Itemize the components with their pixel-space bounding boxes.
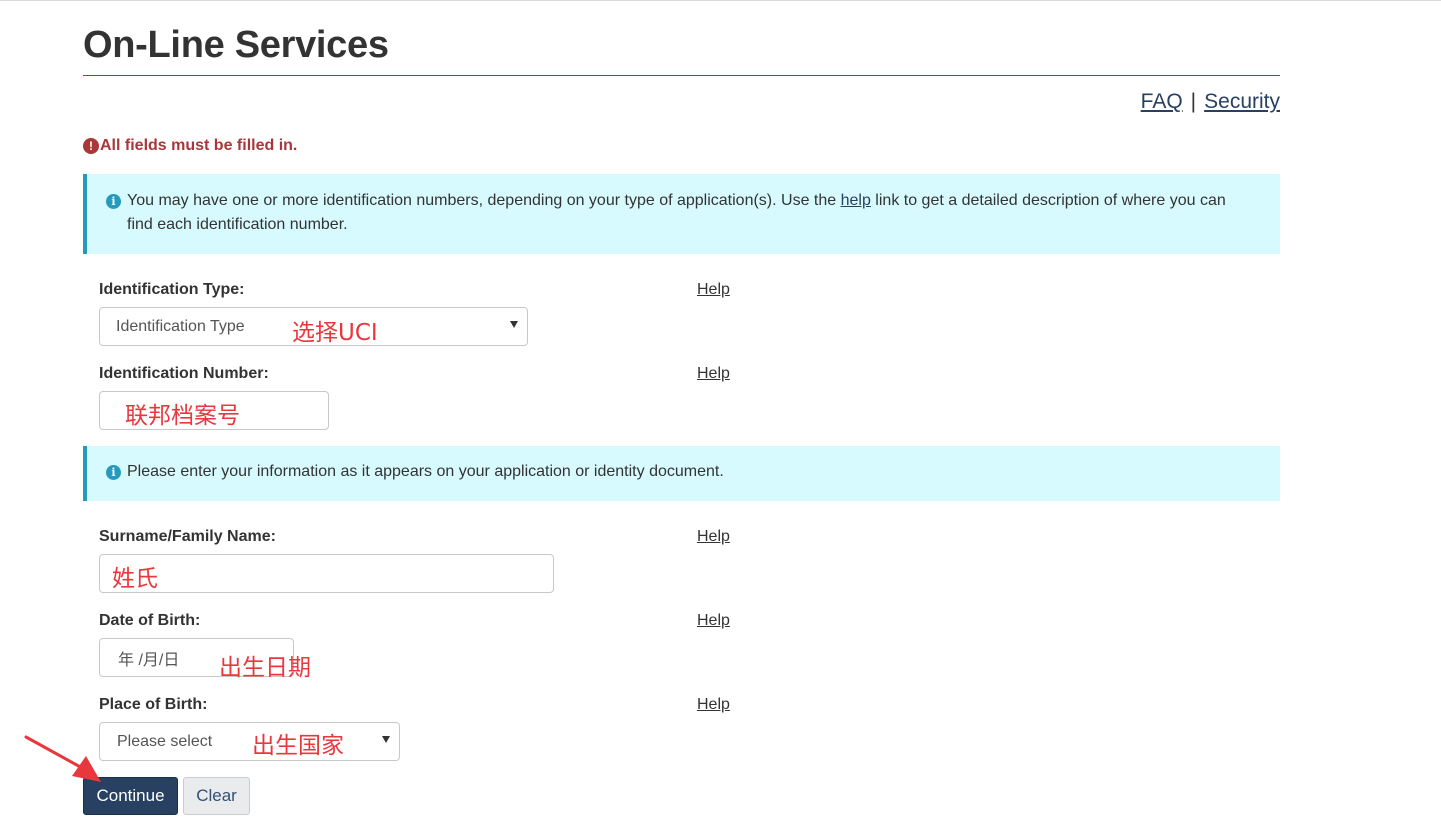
- help-link-identification-type[interactable]: Help: [697, 281, 730, 299]
- date-of-birth-placeholder: 年 /月/日: [118, 651, 180, 669]
- annotation-arrow-icon: [24, 735, 101, 782]
- help-link-date-of-birth[interactable]: Help: [697, 612, 730, 630]
- title-divider: [83, 75, 1280, 76]
- annotation-date-of-birth: 出生日期: [219, 655, 311, 681]
- identification-type-selected: Identification Type: [116, 317, 245, 335]
- info-alert-personal: i Please enter your information as it ap…: [83, 446, 1280, 501]
- annotation-select-uci: 选择UCI: [292, 320, 378, 346]
- caret-down-icon: [382, 736, 390, 743]
- help-link-identification-number[interactable]: Help: [697, 365, 730, 383]
- page-title: On-Line Services: [83, 24, 389, 66]
- info-alert-identification: i You may have one or more identificatio…: [83, 174, 1280, 254]
- place-of-birth-select[interactable]: Please select: [99, 722, 400, 761]
- annotation-place-of-birth: 出生国家: [252, 733, 344, 759]
- security-link[interactable]: Security: [1204, 90, 1280, 113]
- help-link-surname[interactable]: Help: [697, 528, 730, 546]
- faq-link[interactable]: FAQ: [1141, 90, 1183, 113]
- link-separator: |: [1190, 90, 1197, 113]
- caret-down-icon: [510, 321, 518, 328]
- info-text-personal: Please enter your information as it appe…: [127, 463, 724, 480]
- top-border: [0, 0, 1441, 1]
- inline-help-link[interactable]: help: [841, 192, 871, 209]
- clear-button[interactable]: Clear: [183, 777, 250, 815]
- identification-number-label: Identification Number:: [99, 365, 269, 382]
- identification-type-label: Identification Type:: [99, 281, 245, 298]
- surname-input[interactable]: [99, 554, 554, 593]
- surname-label: Surname/Family Name:: [99, 528, 276, 545]
- help-link-place-of-birth[interactable]: Help: [697, 696, 730, 714]
- annotation-file-number: 联邦档案号: [125, 403, 240, 429]
- place-of-birth-selected: Please select: [117, 732, 213, 750]
- error-text: All fields must be filled in.: [100, 137, 298, 154]
- top-links: FAQ | Security: [1141, 90, 1280, 114]
- info-text-before: You may have one or more identification …: [127, 192, 841, 209]
